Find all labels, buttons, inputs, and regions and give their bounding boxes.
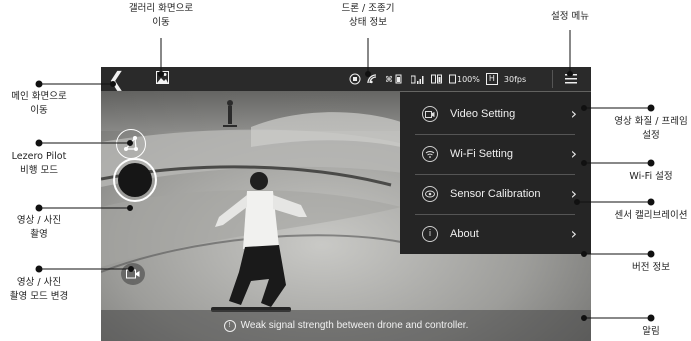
back-icon[interactable]: ❮ — [108, 69, 125, 89]
resolution-badge: H — [485, 73, 498, 85]
controller-battery-icon — [431, 74, 443, 84]
callout-text: 메인 화면으로 — [11, 91, 67, 102]
settings-menu: Video Setting › Wi-Fi Setting › Sensor C… — [400, 92, 591, 254]
info-icon: i — [422, 226, 438, 242]
callout-text: 영상 / 사진 — [16, 277, 62, 288]
alert-text: Weak signal strength between drone and c… — [240, 320, 469, 331]
shutter-core — [118, 163, 152, 197]
callout-video-setting: 영상 화질 / 프레임 설정 — [614, 115, 687, 143]
svg-text:⌘: ⌘ — [385, 75, 393, 84]
callout-text: 영상 / 사진 — [16, 215, 62, 226]
wifi-icon — [367, 74, 379, 84]
battery-percent: 100% — [457, 74, 480, 84]
callout-text: 촬영 — [30, 229, 48, 240]
storage-battery: 100% — [449, 74, 480, 84]
menu-item-label: Video Setting — [450, 108, 516, 120]
callout-text: 센서 캘리브레이션 — [614, 210, 688, 221]
chevron-right-icon: › — [570, 184, 577, 203]
menu-item-about[interactable]: i About › — [400, 214, 591, 254]
menu-item-video-setting[interactable]: Video Setting › — [400, 94, 591, 134]
chevron-right-icon: › — [570, 104, 577, 123]
callout-text: 촬영 모드 변경 — [9, 291, 69, 302]
alert-notice: ! Weak signal strength between drone and… — [101, 310, 591, 341]
callout-text: 알림 — [642, 326, 660, 337]
drone-controller-status: ⌘ 100% H 30fps — [349, 71, 526, 87]
callout-wifi: Wi-Fi 설정 — [629, 170, 672, 184]
callout-pilot-mode: Lezero Pilot 비행 모드 — [12, 150, 67, 178]
gallery-icon[interactable] — [156, 71, 169, 84]
chevron-right-icon: › — [570, 144, 577, 163]
callout-sensor: 센서 캘리브레이션 — [615, 209, 688, 223]
callout-mode-change: 영상 / 사진 촬영 모드 변경 — [10, 276, 68, 304]
callout-text: 드론 / 조종기 — [341, 3, 395, 14]
callout-text: 비행 모드 — [20, 165, 58, 176]
lezero-pilot-icon[interactable] — [116, 129, 146, 159]
callout-text: 상태 정보 — [349, 17, 387, 28]
callout-status: 드론 / 조종기 상태 정보 — [342, 2, 395, 30]
camera-screen: ❮ ⌘ 100% H 30fps Video Setting › Wi-Fi S… — [101, 67, 591, 341]
chevron-right-icon: › — [570, 224, 577, 243]
sensor-calibration-icon — [422, 186, 438, 202]
signal-icon — [411, 74, 425, 84]
drone-status-icon — [349, 73, 361, 85]
menu-item-sensor-calibration[interactable]: Sensor Calibration › — [400, 174, 591, 214]
menu-item-wifi-setting[interactable]: Wi-Fi Setting › — [400, 134, 591, 174]
callout-text: Wi-Fi 설정 — [629, 171, 673, 182]
callout-main-screen: 메인 화면으로 이동 — [11, 90, 66, 118]
callout-text: 설정 — [642, 130, 660, 141]
video-setting-icon — [422, 106, 438, 122]
callout-text: Lezero Pilot — [11, 151, 67, 162]
callout-text: 버전 정보 — [632, 262, 670, 273]
callout-text: 갤러리 화면으로 — [128, 3, 194, 14]
callout-shoot: 영상 / 사진 촬영 — [17, 214, 61, 242]
menu-item-label: Wi-Fi Setting — [450, 148, 513, 160]
callout-text: 설정 메뉴 — [551, 11, 589, 22]
callout-text: 영상 화질 / 프레임 — [614, 116, 688, 127]
callout-version: 버전 정보 — [632, 261, 670, 275]
callout-alert: 알림 — [642, 325, 659, 339]
drone-battery-icon: ⌘ — [385, 74, 405, 84]
settings-menu-icon[interactable] — [564, 71, 578, 85]
top-bar: ❮ ⌘ 100% H 30fps — [101, 67, 591, 91]
menu-item-label: Sensor Calibration — [450, 188, 541, 200]
shutter-ring — [113, 158, 157, 202]
callout-text: 이동 — [30, 105, 48, 116]
topbar-separator — [552, 70, 553, 88]
callout-text: 이동 — [152, 17, 170, 28]
fps-label: 30fps — [503, 74, 527, 84]
menu-item-label: About — [450, 228, 479, 240]
shutter-button[interactable] — [113, 158, 157, 202]
wifi-setting-icon — [422, 146, 438, 162]
video-photo-mode-icon[interactable] — [121, 263, 145, 285]
callout-settings-menu: 설정 메뉴 — [551, 10, 589, 24]
callout-gallery: 갤러리 화면으로 이동 — [129, 2, 193, 30]
alert-icon: ! — [223, 319, 236, 332]
